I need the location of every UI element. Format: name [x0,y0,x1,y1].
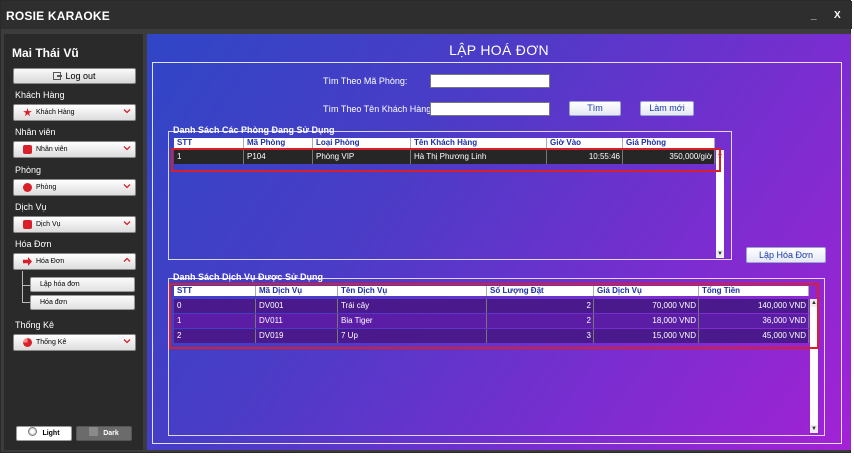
chevron-down-icon [123,337,131,345]
stats-icon [23,338,32,347]
rooms-header-stt[interactable]: STT [174,138,244,148]
search-button[interactable]: Tìm [569,101,621,116]
close-button[interactable]: X [834,10,841,21]
search-customer-label: Tìm Theo Tên Khách Hàng: [323,104,434,114]
services-group-title: Danh Sách Dịch Vụ Được Sử Dụng [173,272,323,282]
section-label-invoice: Hóa Đơn [15,239,52,249]
invoice-combo[interactable]: Hóa Đơn [13,253,136,270]
invoice-combo-text: Hóa Đơn [36,258,65,265]
rooms-header-time-in[interactable]: Giờ Vào [547,138,623,148]
service-combo[interactable]: Dịch Vụ [13,216,136,233]
employee-combo-text: Nhân viên [36,146,68,153]
services-table-highlight [169,283,819,349]
sidebar: Mai Thái Vũ Log out Khách Hàng Khách Hàn… [4,34,143,450]
search-customer-input[interactable] [430,102,550,116]
tree-line [22,271,23,302]
service-combo-text: Dịch Vụ [36,221,61,228]
rooms-header-customer[interactable]: Tên Khách Hàng [411,138,547,148]
room-combo[interactable]: Phòng [13,179,136,196]
page-title: LẬP HOÁ ĐƠN [449,42,549,58]
chevron-down-icon [123,182,131,190]
scroll-down-icon[interactable]: ▼ [716,250,724,258]
sun-icon [28,427,38,436]
dark-theme-label: Dark [103,430,119,437]
rooms-header-room-type[interactable]: Loại Phòng [313,138,411,148]
dark-theme-button[interactable]: Dark [76,426,132,441]
moon-icon [89,427,99,436]
logout-icon [53,72,63,80]
rooms-group-title: Danh Sách Các Phòng Đang Sử Dụng [173,125,335,135]
minimize-button[interactable]: _ [811,10,817,21]
employee-icon [23,145,32,154]
chevron-down-icon [123,144,131,152]
title-bar: ROSIE KARAOKE _ X [1,1,852,29]
section-label-customer: Khách Hàng [15,90,65,100]
section-label-employee: Nhân viên [15,127,56,137]
search-room-label: Tìm Theo Mã Phòng: [323,76,408,86]
stats-combo-text: Thống Kê [36,339,67,346]
customer-combo[interactable]: Khách Hàng [13,104,136,121]
employee-combo[interactable]: Nhân viên [13,141,136,158]
customer-combo-text: Khách Hàng [36,109,75,116]
service-icon [23,220,32,229]
light-theme-label: Light [42,430,60,437]
chevron-down-icon [123,219,131,227]
refresh-button[interactable]: Làm mới [640,101,694,116]
scroll-down-icon[interactable]: ▼ [810,425,818,433]
room-icon [23,183,32,192]
main-panel: LẬP HOÁ ĐƠN Tìm Theo Mã Phòng: Tìm Theo … [147,34,851,450]
rooms-header-room-id[interactable]: Mã Phòng [244,138,313,148]
chevron-up-icon [123,256,131,264]
customer-icon [23,108,32,117]
section-label-room: Phòng [15,165,42,175]
chevron-down-icon [123,107,131,115]
create-invoice-nav-button[interactable]: Lập hóa đơn [30,277,135,292]
room-combo-text: Phòng [36,184,57,191]
tree-line [22,302,30,303]
section-label-stats: Thống Kê [15,320,55,330]
rooms-row-highlight [171,148,721,172]
invoice-list-nav-button[interactable]: Hóa đơn [30,295,135,310]
logout-button[interactable]: Log out [13,68,136,84]
user-name: Mai Thái Vũ [12,46,79,60]
invoice-icon [23,257,32,266]
create-invoice-button[interactable]: Lập Hóa Đơn [746,247,826,263]
logout-label: Log out [65,71,96,81]
stats-combo[interactable]: Thống Kê [13,334,136,351]
rooms-header-price[interactable]: Giá Phòng [623,138,715,148]
search-room-input[interactable] [430,74,550,88]
tree-line [22,285,30,286]
app-title: ROSIE KARAOKE [6,9,110,23]
light-theme-button[interactable]: Light [16,426,72,441]
section-label-service: Dịch Vụ [15,202,47,212]
app-window: ROSIE KARAOKE _ X Mai Thái Vũ Log out Kh… [0,0,852,453]
